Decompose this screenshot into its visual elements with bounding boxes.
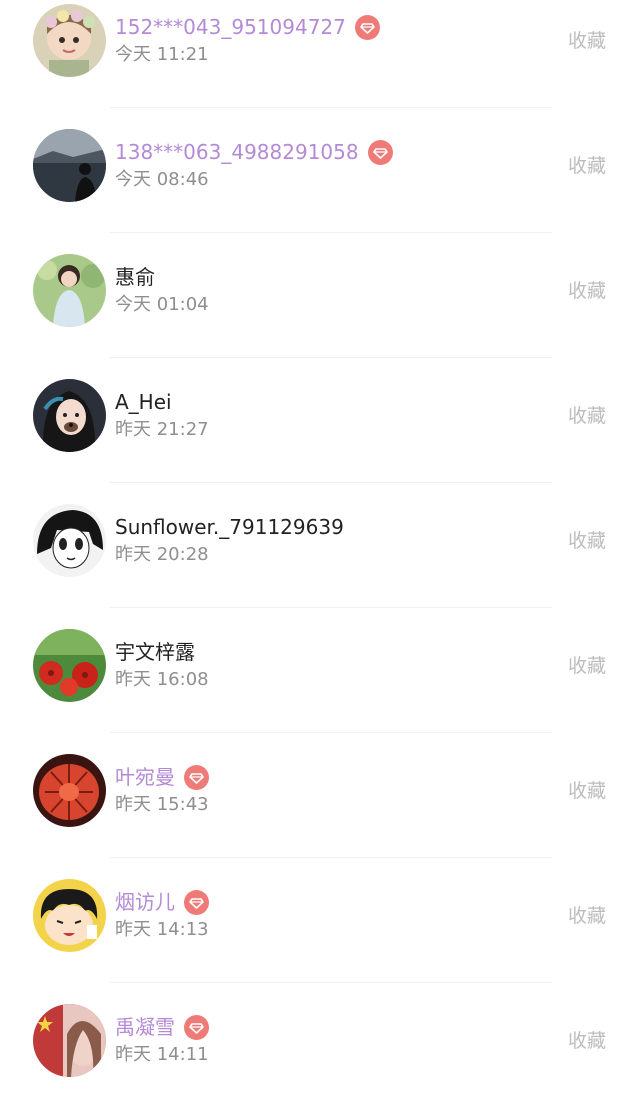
timestamp: 今天 11:21 bbox=[115, 44, 209, 65]
list-item[interactable]: 138***063_4988291058 今天 08:46 收藏 bbox=[0, 108, 640, 233]
timestamp: 今天 01:04 bbox=[115, 294, 209, 315]
list-item[interactable]: 烟访儿 昨天 14:13 收藏 bbox=[0, 858, 640, 983]
avatar[interactable] bbox=[33, 629, 106, 702]
favorite-button[interactable]: 收藏 bbox=[568, 1029, 606, 1053]
avatar[interactable] bbox=[33, 379, 106, 452]
list-item[interactable]: 禹凝雪 昨天 14:11 收藏 bbox=[0, 983, 640, 1108]
avatar[interactable] bbox=[33, 4, 106, 77]
favorite-button[interactable]: 收藏 bbox=[568, 904, 606, 928]
username[interactable]: Sunflower._791129639 bbox=[115, 514, 344, 540]
avatar[interactable] bbox=[33, 254, 106, 327]
username[interactable]: 138***063_4988291058 bbox=[115, 139, 359, 165]
diamond-icon bbox=[184, 764, 209, 790]
username[interactable]: 烟访儿 bbox=[115, 889, 175, 915]
list-item[interactable]: 宇文梓露 昨天 16:08 收藏 bbox=[0, 608, 640, 733]
avatar[interactable] bbox=[33, 504, 106, 577]
diamond-icon bbox=[367, 139, 393, 165]
diamond-icon bbox=[354, 14, 380, 40]
list-item[interactable]: 叶宛曼 昨天 15:43 收藏 bbox=[0, 733, 640, 858]
timestamp: 昨天 20:28 bbox=[115, 544, 209, 565]
timestamp: 昨天 21:27 bbox=[115, 419, 209, 440]
favorite-button[interactable]: 收藏 bbox=[568, 29, 606, 53]
list-item[interactable]: 惠俞 今天 01:04 收藏 bbox=[0, 233, 640, 358]
username[interactable]: 禹凝雪 bbox=[115, 1014, 175, 1040]
username[interactable]: 152***043_951094727 bbox=[115, 14, 346, 40]
avatar[interactable] bbox=[33, 879, 106, 952]
avatar[interactable] bbox=[33, 754, 106, 827]
timestamp: 昨天 15:43 bbox=[115, 794, 209, 815]
timestamp: 昨天 14:11 bbox=[115, 1044, 209, 1065]
list-item[interactable]: 152***043_951094727 今天 11:21 收藏 bbox=[0, 0, 640, 108]
favorite-button[interactable]: 收藏 bbox=[568, 154, 606, 178]
diamond-icon bbox=[184, 889, 209, 915]
username[interactable]: 宇文梓露 bbox=[115, 639, 195, 665]
favorite-button[interactable]: 收藏 bbox=[568, 779, 606, 803]
favorite-button[interactable]: 收藏 bbox=[568, 404, 606, 428]
favorite-button[interactable]: 收藏 bbox=[568, 529, 606, 553]
username[interactable]: A_Hei bbox=[115, 389, 172, 415]
timestamp: 昨天 14:13 bbox=[115, 919, 209, 940]
list-item[interactable]: Sunflower._791129639 昨天 20:28 收藏 bbox=[0, 483, 640, 608]
username[interactable]: 叶宛曼 bbox=[115, 764, 175, 790]
timestamp: 今天 08:46 bbox=[115, 169, 209, 190]
username[interactable]: 惠俞 bbox=[115, 264, 155, 290]
avatar[interactable] bbox=[33, 129, 106, 202]
list-item[interactable]: A_Hei 昨天 21:27 收藏 bbox=[0, 358, 640, 483]
favorite-button[interactable]: 收藏 bbox=[568, 279, 606, 303]
favorite-button[interactable]: 收藏 bbox=[568, 654, 606, 678]
diamond-icon bbox=[184, 1014, 209, 1040]
timestamp: 昨天 16:08 bbox=[115, 669, 209, 690]
user-list: 152***043_951094727 今天 11:21 收藏 138***06… bbox=[0, 0, 640, 1108]
avatar[interactable] bbox=[33, 1004, 106, 1077]
